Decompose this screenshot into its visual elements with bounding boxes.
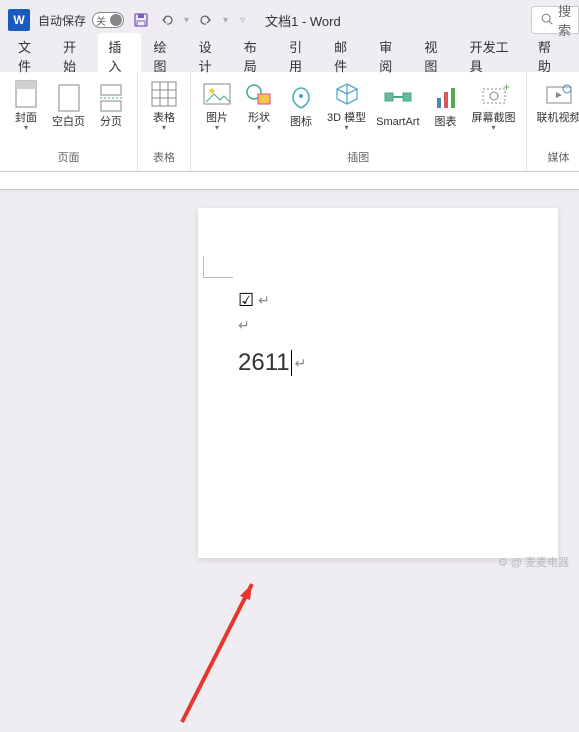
screenshot-button[interactable]: + 屏幕截图 ▾	[468, 76, 520, 134]
chart-button[interactable]: 图表	[426, 76, 466, 134]
page-break-button[interactable]: 分页	[91, 76, 131, 134]
text-cursor	[291, 350, 292, 376]
3d-models-button[interactable]: 3D 模型 ▾	[323, 76, 370, 134]
search-box[interactable]: 搜索	[531, 6, 579, 34]
chevron-down-icon: ▾	[162, 123, 166, 132]
paragraph-mark-icon: ↵	[258, 292, 270, 309]
table-button[interactable]: 表格 ▾	[144, 76, 184, 134]
undo-icon[interactable]	[158, 11, 176, 29]
autosave-toggle[interactable]: 自动保存 关	[38, 12, 124, 29]
paragraph-mark-icon: ↵	[295, 355, 307, 372]
icons-icon	[285, 82, 317, 114]
group-label-illus: 插图	[347, 147, 369, 167]
icons-button[interactable]: 图标	[281, 76, 321, 134]
toggle-knob	[110, 14, 122, 26]
picture-icon	[201, 78, 233, 110]
group-illustrations: 图片 ▾ 形状 ▾ 图标 3D 模型 ▾ SmartArt	[191, 72, 527, 171]
ribbon: 封面 ▾ 空白页 分页 页面 表格 ▾ 表格	[0, 72, 579, 172]
smartart-icon	[382, 82, 414, 114]
group-label-page: 页面	[58, 147, 80, 167]
search-placeholder: 搜索	[558, 1, 578, 39]
video-icon	[543, 78, 575, 110]
chart-icon	[430, 82, 462, 114]
qat-customize[interactable]: ▿	[240, 15, 245, 26]
chevron-down-icon: ▾	[257, 123, 261, 132]
group-page: 封面 ▾ 空白页 分页 页面	[0, 72, 138, 171]
blank-page-icon	[53, 82, 85, 114]
margin-indicator	[203, 256, 233, 278]
autosave-label: 自动保存	[38, 12, 86, 29]
line-1: ☑ ↵	[238, 290, 306, 311]
cover-page-icon	[10, 78, 42, 110]
shapes-icon	[243, 78, 275, 110]
table-icon	[148, 78, 180, 110]
group-label-media: 媒体	[548, 147, 570, 167]
ribbon-tabs: 文件 开始 插入 绘图 设计 布局 引用 邮件 审阅 视图 开发工具 帮助	[0, 40, 579, 72]
word-logo: W	[8, 9, 30, 31]
document-canvas[interactable]: ☑ ↵ ↵ 2611 ↵	[0, 190, 579, 576]
toggle-switch[interactable]: 关	[92, 12, 124, 28]
cover-page-button[interactable]: 封面 ▾	[6, 76, 46, 134]
paragraph-mark-icon: ↵	[238, 317, 250, 333]
checkbox-symbol: ☑	[238, 290, 254, 311]
svg-text:+: +	[503, 81, 509, 94]
group-label-table: 表格	[153, 147, 175, 167]
typed-text: 2611	[238, 349, 290, 377]
chevron-down-icon: ▾	[345, 123, 349, 132]
qat-dropdown[interactable]: ▾	[184, 15, 189, 26]
watermark: ⚙ @ 麦麦电器	[498, 554, 569, 570]
line-2: ↵	[238, 317, 306, 335]
search-icon	[540, 12, 554, 29]
chevron-down-icon: ▾	[215, 123, 219, 132]
page-break-icon	[95, 82, 127, 114]
blank-page-button[interactable]: 空白页	[48, 76, 89, 134]
document-page[interactable]: ☑ ↵ ↵ 2611 ↵	[198, 208, 558, 558]
ruler[interactable]	[0, 172, 579, 190]
screenshot-icon: +	[478, 78, 510, 110]
group-table: 表格 ▾ 表格	[138, 72, 191, 171]
group-media: 联机视频 媒体	[527, 72, 579, 171]
qat-dropdown-2[interactable]: ▾	[223, 15, 228, 26]
redo-icon[interactable]	[197, 11, 215, 29]
chevron-down-icon: ▾	[24, 123, 28, 132]
annotation-arrow	[172, 572, 272, 732]
line-3: 2611 ↵	[238, 349, 306, 377]
document-content[interactable]: ☑ ↵ ↵ 2611 ↵	[238, 290, 306, 377]
smartart-button[interactable]: SmartArt	[372, 76, 423, 134]
save-icon[interactable]	[132, 11, 150, 29]
online-video-button[interactable]: 联机视频	[533, 76, 579, 127]
chevron-down-icon: ▾	[492, 123, 496, 132]
cube-icon	[331, 78, 363, 110]
document-title: 文档1 - Word	[265, 11, 341, 30]
shapes-button[interactable]: 形状 ▾	[239, 76, 279, 134]
picture-button[interactable]: 图片 ▾	[197, 76, 237, 134]
